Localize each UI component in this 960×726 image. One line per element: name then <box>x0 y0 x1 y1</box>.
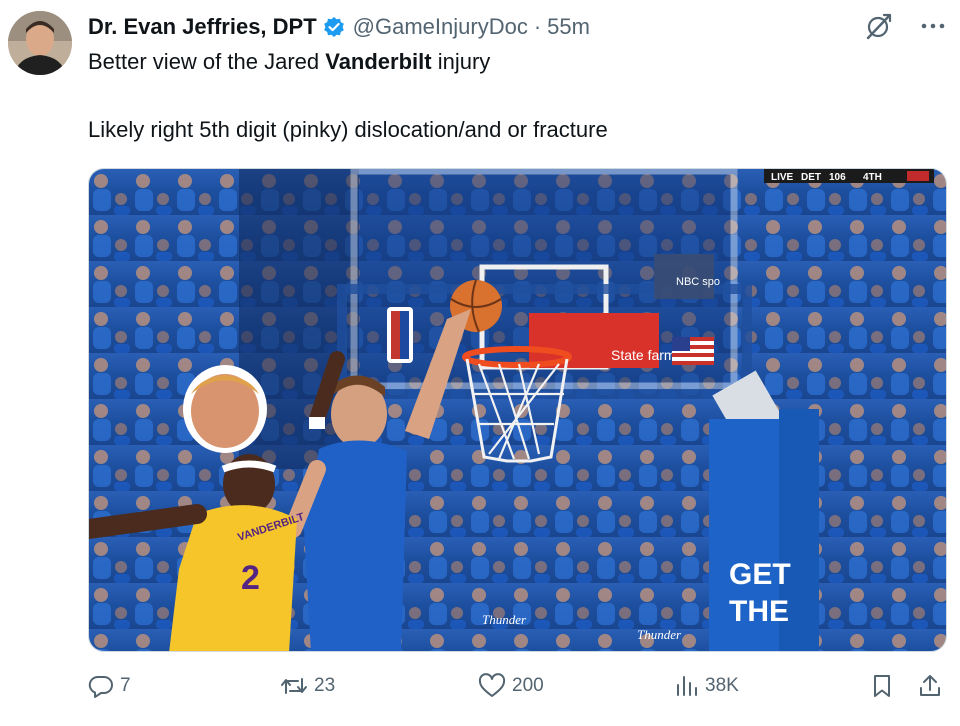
author-avatar[interactable] <box>8 11 72 75</box>
tweet-header: Dr. Evan Jeffries, DPT @GameInjuryDoc · … <box>88 12 590 42</box>
board-text: NBC spo <box>676 276 720 288</box>
views-icon <box>677 676 697 696</box>
author-handle[interactable]: @GameInjuryDoc <box>353 14 528 40</box>
shirt-text-1: Thunder <box>482 612 527 627</box>
scoreboard-score: 106 <box>829 172 846 183</box>
like-count: 200 <box>512 675 544 696</box>
views-count: 38K <box>705 675 739 696</box>
verified-badge-icon[interactable] <box>323 16 345 38</box>
timestamp[interactable]: 55m <box>547 14 590 40</box>
scoreboard-team: DET <box>801 172 821 183</box>
repost-count: 23 <box>314 675 336 696</box>
tweet-action-bar: 7 23 200 38K <box>88 673 946 707</box>
header-separator: · <box>533 14 542 39</box>
tweet-text-bold: Vanderbilt <box>325 49 432 74</box>
share-icon <box>920 675 940 696</box>
banner-text: State farm <box>611 347 676 363</box>
tweet-text-line-1: Better view of the Jared Vanderbilt inju… <box>88 49 490 75</box>
bookmark-button[interactable] <box>870 673 894 699</box>
tweet-top-actions <box>864 12 946 40</box>
tweet-media-image[interactable]: State farm NBC spo GET THE VANDERBILT 2 … <box>88 168 947 652</box>
repost-button[interactable]: 23 <box>280 673 335 699</box>
jersey-number: 2 <box>241 559 260 597</box>
backboard: State farm NBC spo <box>337 169 752 399</box>
sign-line-2: THE <box>729 595 789 628</box>
fan-cutout <box>183 365 267 453</box>
repost-icon <box>281 678 307 694</box>
scoreboard-quarter: 4TH <box>863 172 882 183</box>
scoreboard-live: LIVE <box>771 172 794 183</box>
grok-icon[interactable] <box>864 12 892 40</box>
shirt-text-2: Thunder <box>637 627 682 642</box>
share-button[interactable] <box>918 673 942 699</box>
reply-icon <box>88 675 113 698</box>
views-button[interactable]: 38K <box>675 673 739 699</box>
basketball-photo: State farm NBC spo GET THE VANDERBILT 2 … <box>89 169 946 651</box>
tweet-text-line-2: Likely right 5th digit (pinky) dislocati… <box>88 117 608 142</box>
tweet-text-pre: Better view of the Jared <box>88 49 326 74</box>
sign-line-1: GET <box>729 558 791 591</box>
avatar-image <box>8 11 72 75</box>
tweet-text-post: injury <box>431 49 491 74</box>
bookmark-icon <box>874 675 890 697</box>
heart-icon <box>478 673 506 697</box>
reply-button[interactable]: 7 <box>88 673 131 699</box>
scoreboard: LIVE DET 106 4TH <box>764 169 934 183</box>
reply-count: 7 <box>120 675 131 696</box>
author-name[interactable]: Dr. Evan Jeffries, DPT <box>88 14 317 40</box>
more-icon[interactable] <box>920 13 946 39</box>
like-button[interactable]: 200 <box>478 673 544 699</box>
